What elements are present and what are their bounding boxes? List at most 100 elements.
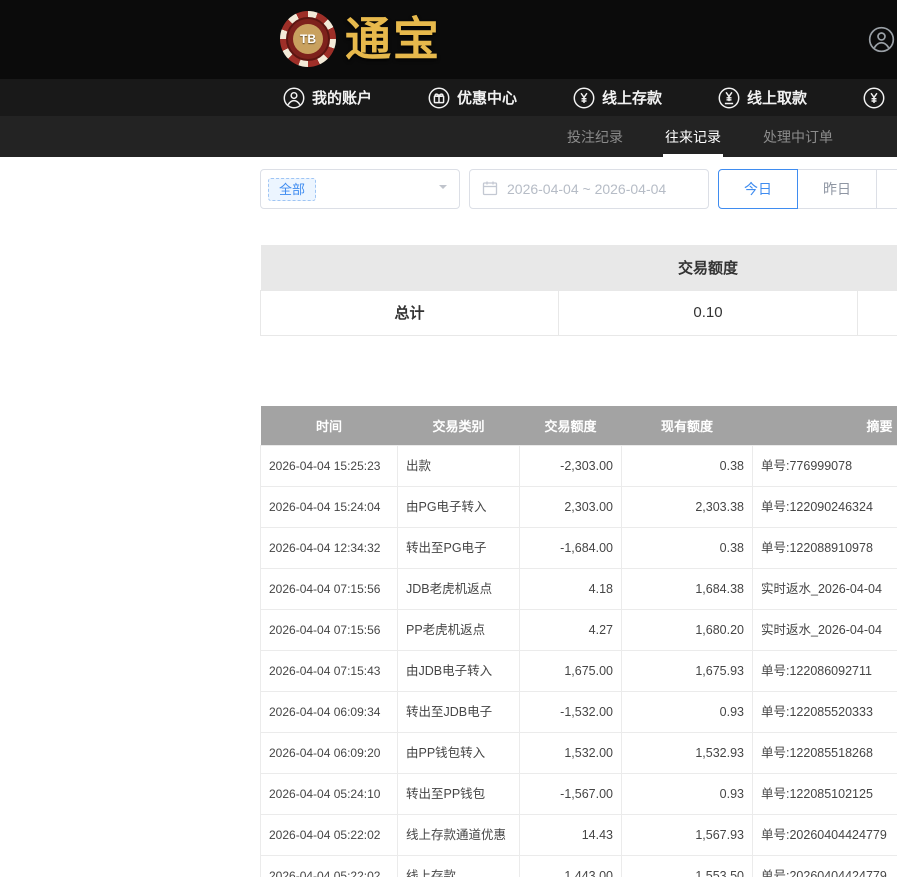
tab-betting-records[interactable]: 投注纪录	[567, 116, 623, 157]
type-select[interactable]: 全部	[260, 169, 460, 209]
summary-total-cut	[858, 290, 897, 335]
summary-header-blank	[261, 245, 559, 290]
cell-balance: 1,680.20	[622, 610, 753, 651]
cell-memo: 单号:20260404424779	[753, 856, 897, 877]
tab-transaction-records[interactable]: 往来记录	[665, 116, 721, 157]
cell-amount: -1,567.00	[520, 774, 622, 815]
cell-amount: -2,303.00	[520, 446, 622, 487]
nav-item-my-account[interactable]: 我的账户	[283, 87, 372, 109]
cell-memo: 单号:776999078	[753, 446, 897, 487]
cell-type: 由JDB电子转入	[398, 651, 520, 692]
cell-memo: 单号:122085520333	[753, 692, 897, 733]
table-row: 2026-04-04 15:24:04 由PG电子转入 2,303.00 2,3…	[261, 487, 897, 528]
table-row: 2026-04-04 07:15:43 由JDB电子转入 1,675.00 1,…	[261, 651, 897, 692]
cell-balance: 1,675.93	[622, 651, 753, 692]
summary-header-amount: 交易额度	[559, 245, 858, 290]
table-row: 2026-04-04 06:09:34 转出至JDB电子 -1,532.00 0…	[261, 692, 897, 733]
yesterday-button[interactable]: 昨日	[797, 169, 877, 209]
table-row: 2026-04-04 07:15:56 JDB老虎机返点 4.18 1,684.…	[261, 569, 897, 610]
col-header-time: 时间	[261, 406, 398, 446]
cell-time: 2026-04-04 07:15:43	[261, 651, 398, 692]
cell-balance: 0.38	[622, 528, 753, 569]
nav-label: 我的账户	[312, 87, 372, 108]
cell-memo: 单号:122086092711	[753, 651, 897, 692]
nav-item-withdraw[interactable]: 线上取款	[718, 87, 807, 109]
summary-table: 交易额度 总计 0.10	[260, 245, 897, 336]
cell-balance: 0.93	[622, 774, 753, 815]
cell-time: 2026-04-04 05:22:02	[261, 856, 398, 877]
cell-memo: 单号:20260404424779	[753, 815, 897, 856]
summary-total-value: 0.10	[559, 290, 858, 335]
cell-type: 线上存款	[398, 856, 520, 877]
casino-chip-icon: TB	[280, 11, 336, 67]
table-row: 2026-04-04 06:09:20 由PP钱包转入 1,532.00 1,5…	[261, 733, 897, 774]
col-header-balance: 现有额度	[622, 406, 753, 446]
cell-amount: -1,684.00	[520, 528, 622, 569]
account-avatar-icon[interactable]	[868, 26, 895, 58]
transactions-table: 时间 交易类别 交易额度 现有额度 摘要 2026-04-04 15:25:23…	[260, 406, 897, 877]
cell-type: JDB老虎机返点	[398, 569, 520, 610]
cell-amount: 1,443.00	[520, 856, 622, 877]
cell-amount: 4.27	[520, 610, 622, 651]
table-row: 2026-04-04 05:22:02 线上存款 1,443.00 1,553.…	[261, 856, 897, 877]
cell-balance: 0.93	[622, 692, 753, 733]
cell-type: 转出至JDB电子	[398, 692, 520, 733]
nav-item-partial[interactable]	[863, 87, 892, 109]
selected-type-tag[interactable]: 全部	[268, 178, 316, 201]
cell-time: 2026-04-04 15:25:23	[261, 446, 398, 487]
cell-type: 由PP钱包转入	[398, 733, 520, 774]
date-range-value: 2026-04-04 ~ 2026-04-04	[507, 181, 666, 197]
filter-row: 全部 2026-04-04 ~ 2026-04-04 今日	[260, 169, 897, 209]
nav-label: 线上取款	[747, 87, 807, 108]
today-button[interactable]: 今日	[718, 169, 798, 209]
table-row: 2026-04-04 05:24:10 转出至PP钱包 -1,567.00 0.…	[261, 774, 897, 815]
nav-item-promotions[interactable]: 优惠中心	[428, 87, 517, 109]
cell-time: 2026-04-04 06:09:34	[261, 692, 398, 733]
summary-total-row: 总计 0.10	[261, 290, 897, 335]
col-header-type: 交易类别	[398, 406, 520, 446]
tab-processing-orders[interactable]: 处理中订单	[763, 116, 833, 157]
cell-time: 2026-04-04 15:24:04	[261, 487, 398, 528]
calendar-icon	[482, 180, 498, 199]
cell-balance: 1,553.50	[622, 856, 753, 877]
nav-item-deposit[interactable]: 线上存款	[573, 87, 662, 109]
quick-button-partial[interactable]	[876, 169, 897, 209]
col-header-amount: 交易额度	[520, 406, 622, 446]
cell-time: 2026-04-04 07:15:56	[261, 569, 398, 610]
table-row: 2026-04-04 05:22:02 线上存款通道优惠 14.43 1,567…	[261, 815, 897, 856]
cell-memo: 实时返水_2026-04-04	[753, 569, 897, 610]
person-icon	[283, 87, 305, 109]
date-range-picker[interactable]: 2026-04-04 ~ 2026-04-04	[469, 169, 709, 209]
cell-time: 2026-04-04 07:15:56	[261, 610, 398, 651]
cell-type: 转出至PG电子	[398, 528, 520, 569]
cell-time: 2026-04-04 05:22:02	[261, 815, 398, 856]
deposit-coin-icon	[573, 87, 595, 109]
cell-balance: 1,532.93	[622, 733, 753, 774]
coin-icon	[863, 87, 885, 109]
cell-amount: 2,303.00	[520, 487, 622, 528]
chip-monogram: TB	[293, 24, 323, 54]
summary-header-cut	[858, 245, 897, 290]
nav-label: 线上存款	[602, 87, 662, 108]
records-tabbar: 投注纪录 往来记录 处理中订单	[0, 116, 897, 157]
nav-label: 优惠中心	[457, 87, 517, 108]
cell-type: 线上存款通道优惠	[398, 815, 520, 856]
quick-date-buttons: 今日 昨日	[718, 169, 897, 209]
cell-time: 2026-04-04 12:34:32	[261, 528, 398, 569]
page: TB 通宝 我的账户	[0, 0, 897, 877]
col-header-memo: 摘要	[753, 406, 897, 446]
cell-memo: 单号:122088910978	[753, 528, 897, 569]
cell-type: 转出至PP钱包	[398, 774, 520, 815]
summary-header-row: 交易额度	[261, 245, 897, 290]
cell-type: 出款	[398, 446, 520, 487]
transactions-header-row: 时间 交易类别 交易额度 现有额度 摘要	[261, 406, 897, 446]
brand-logo[interactable]: TB 通宝	[280, 11, 441, 67]
cell-amount: 4.18	[520, 569, 622, 610]
cell-amount: 1,675.00	[520, 651, 622, 692]
gift-icon	[428, 87, 450, 109]
cell-balance: 2,303.38	[622, 487, 753, 528]
main-nav: 我的账户 优惠中心 线上存款	[0, 79, 897, 116]
cell-memo: 单号:122090246324	[753, 487, 897, 528]
cell-amount: 1,532.00	[520, 733, 622, 774]
brand-name: 通宝	[345, 16, 441, 62]
